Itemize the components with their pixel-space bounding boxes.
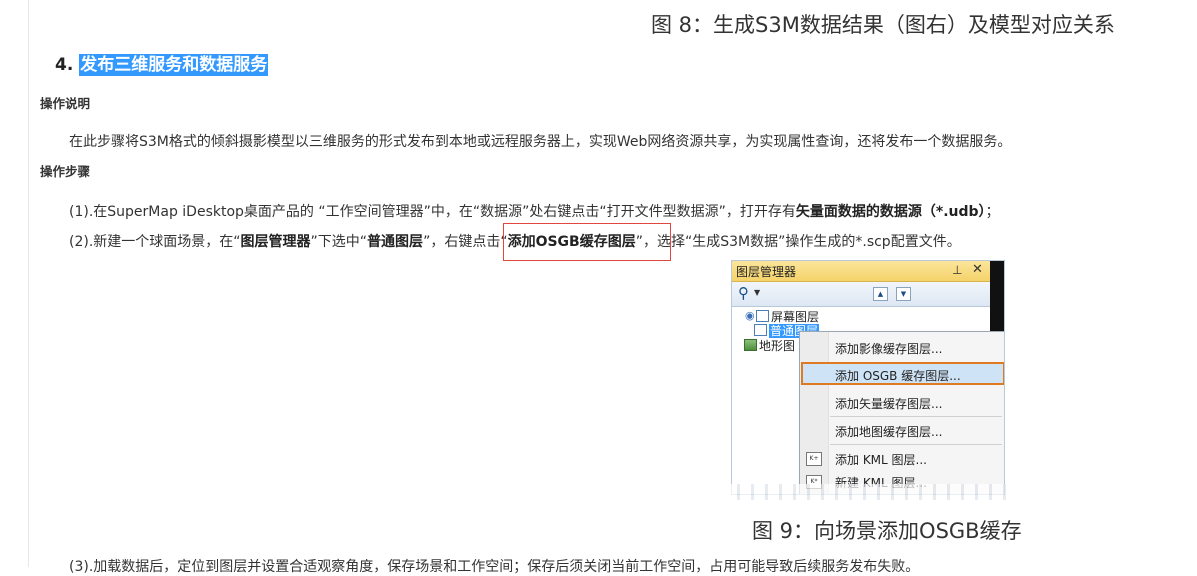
step-2-normal-layer: 普通图层 [367, 234, 424, 250]
menu-item-add-map-cache[interactable]: 添加地图缓存图层... [835, 423, 942, 440]
eye-icon[interactable]: ◉ [745, 309, 755, 322]
step-1-text: (1).在SuperMap iDesktop桌面产品的 “工作空间管理器”中，在… [69, 204, 796, 220]
context-menu: 添加影像缓存图层... 添加 OSGB 缓存图层... 添加矢量缓存图层... … [799, 331, 1004, 494]
panel-titlebar: 图层管理器 ⊥ ✕ [732, 261, 990, 282]
menu-item-add-vector-cache[interactable]: 添加矢量缓存图层... [835, 395, 942, 412]
tree-item-terrain-layer[interactable]: 地形图 [744, 337, 795, 354]
operation-description-text: 在此步骤将S3M格式的倾斜摄影模型以三维服务的形式发布到本地或远程服务器上，实现… [69, 134, 1012, 150]
step-2-mid1: ”下选中“ [310, 234, 368, 250]
step-1: (1).在SuperMap iDesktop桌面产品的 “工作空间管理器”中，在… [69, 201, 1000, 221]
pin-icon[interactable]: ⊥ [952, 263, 962, 277]
close-icon[interactable]: ✕ [972, 262, 983, 277]
menu-icon-gutter [800, 332, 829, 494]
step-2-layer-manager: 图层管理器 [240, 234, 311, 250]
menu-item-add-kml[interactable]: 添加 KML 图层... [835, 451, 927, 468]
step-2-mid2: ”，右键点击“ [423, 234, 508, 250]
figure-9-caption: 图 9：向场景添加OSGB缓存 [752, 519, 1022, 543]
menu-separator [830, 444, 1002, 445]
figure-8-caption: 图 8：生成S3M数据结果（图右）及模型对应关系 [651, 13, 1115, 37]
panel-title: 图层管理器 [736, 265, 797, 279]
step-1-suffix: ； [985, 204, 1000, 220]
section-title: 发布三维服务和数据服务 [79, 54, 269, 76]
move-up-button[interactable]: ▲ [873, 287, 888, 301]
menu-item-add-image-cache[interactable]: 添加影像缓存图层... [835, 340, 942, 357]
layer-manager-panel: 图层管理器 ⊥ ✕ ⚲ ▼ ▲ ▼ ◉ 屏幕图层 普通图层 地形图 添加影像缓存… [731, 260, 1005, 495]
layer-icon [754, 324, 767, 336]
menu-item-add-osgb-cache[interactable]: 添加 OSGB 缓存图层... [835, 367, 961, 384]
tree-item-label: 地形图 [759, 339, 796, 353]
section-number: 4. [55, 55, 74, 75]
image-blurred-edge [731, 484, 1011, 500]
page-left-rule [28, 0, 29, 567]
terrain-icon [744, 339, 757, 351]
highlight-box [503, 223, 671, 261]
search-icon[interactable]: ⚲ [738, 284, 749, 302]
move-down-button[interactable]: ▼ [896, 287, 911, 301]
layer-icon [756, 310, 769, 322]
step-2-suffix: ”，选择“生成S3M数据”操作生成的*.scp配置文件。 [635, 234, 961, 250]
step-1-bold: 矢量面数据的数据源（*.udb） [795, 204, 986, 220]
step-3: (3).加载数据后，定位到图层并设置合适观察角度，保存场景和工作空间；保存后须关… [69, 559, 920, 575]
section-heading: 4. 发布三维服务和数据服务 [55, 50, 269, 76]
operation-description-heading: 操作说明 [40, 96, 91, 111]
chevron-down-icon[interactable]: ▼ [754, 288, 760, 297]
panel-toolbar: ⚲ ▼ ▲ ▼ [732, 282, 990, 307]
step-2-prefix: (2).新建一个球面场景，在“ [69, 234, 241, 250]
menu-separator [830, 416, 1002, 417]
kml-icon: K+ [806, 452, 822, 466]
operation-steps-heading: 操作步骤 [40, 164, 91, 179]
